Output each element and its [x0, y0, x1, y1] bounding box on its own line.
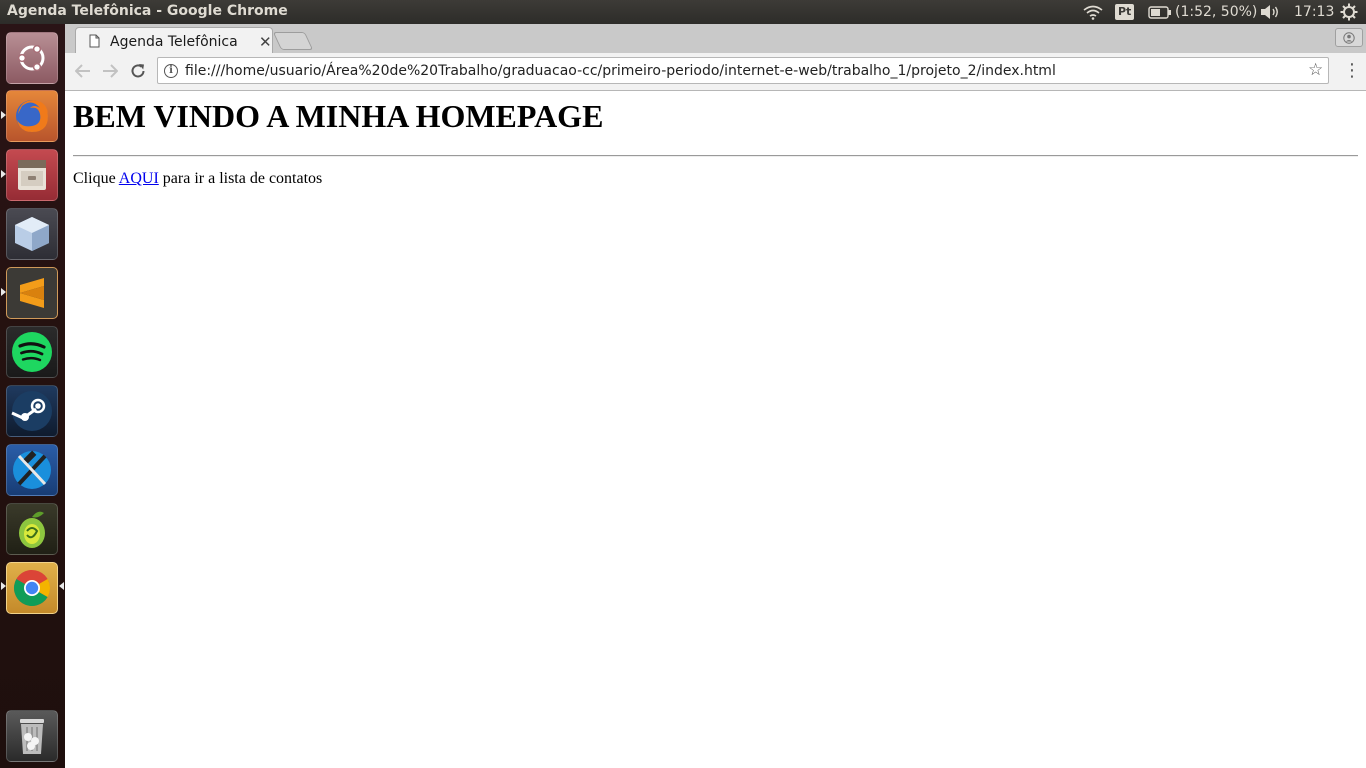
forward-arrow-icon [103, 64, 118, 78]
wifi-icon[interactable] [1082, 0, 1104, 24]
launcher [0, 24, 65, 768]
clock[interactable]: 17:13 [1294, 0, 1334, 24]
chrome-window: Agenda Telefônica ✕ i file:///home/usuar… [65, 24, 1366, 768]
paragraph-prefix: Clique [73, 170, 119, 187]
info-icon[interactable]: i [164, 64, 178, 78]
url-text: file:///home/usuario/Área%20de%20Trabalh… [185, 63, 1056, 79]
back-button[interactable] [71, 59, 95, 83]
chrome-icon [13, 570, 51, 607]
profile-button[interactable] [1335, 28, 1363, 47]
firefox-icon [16, 100, 48, 132]
address-bar[interactable]: i file:///home/usuario/Área%20de%20Traba… [157, 57, 1329, 84]
battery-icon [1148, 5, 1171, 19]
cube-icon [15, 217, 49, 251]
battery-status: (1:52, 50%) [1175, 4, 1258, 20]
hammer-icon [13, 450, 51, 489]
reload-button[interactable] [126, 59, 150, 83]
file-cabinet-icon [18, 160, 46, 190]
reload-icon [131, 64, 145, 78]
forward-button[interactable] [98, 59, 122, 83]
power-gear-icon[interactable] [1340, 0, 1358, 24]
tab-agenda[interactable]: Agenda Telefônica ✕ [75, 27, 273, 54]
volume-icon[interactable] [1259, 0, 1281, 24]
launcher-chrome[interactable] [6, 562, 58, 614]
new-tab-button[interactable] [272, 32, 314, 50]
launcher-firefox[interactable] [6, 90, 58, 142]
intro-paragraph: Clique AQUI para ir a lista de contatos [73, 170, 322, 188]
page-content: BEM VINDO A MINHA HOMEPAGE Clique AQUI p… [65, 91, 1366, 768]
menu-icon[interactable]: ⋮ [1340, 60, 1364, 84]
paragraph-suffix: para ir a lista de contatos [158, 170, 323, 187]
contacts-link[interactable]: AQUI [119, 170, 159, 187]
launcher-ubuntu-dash[interactable] [6, 32, 58, 84]
launcher-spotify[interactable] [6, 326, 58, 378]
ubuntu-logo-icon [17, 44, 45, 72]
spotify-icon [12, 332, 52, 372]
back-arrow-icon [75, 64, 90, 78]
trash-icon [20, 719, 44, 754]
steam-icon [11, 391, 52, 431]
sublime-s-icon [20, 278, 44, 308]
browser-toolbar: i file:///home/usuario/Área%20de%20Traba… [65, 53, 1366, 91]
focused-indicator [59, 582, 64, 590]
launcher-steam[interactable] [6, 385, 58, 437]
launcher-files[interactable] [6, 149, 58, 201]
launcher-virtualbox[interactable] [6, 208, 58, 260]
green-fruit-icon [19, 511, 45, 548]
battery-indicator[interactable]: (1:52, 50%) [1148, 0, 1257, 24]
page-heading: BEM VINDO A MINHA HOMEPAGE [73, 98, 604, 134]
tab-strip: Agenda Telefônica ✕ [65, 24, 1366, 54]
launcher-sublime-text[interactable] [6, 267, 58, 319]
page-icon [89, 34, 100, 48]
close-tab-icon[interactable]: ✕ [259, 33, 272, 51]
window-title: Agenda Telefônica - Google Chrome [7, 3, 288, 19]
tab-title: Agenda Telefônica [110, 34, 238, 50]
bookmark-star-icon[interactable]: ☆ [1308, 60, 1323, 80]
user-icon [1343, 31, 1355, 44]
keyboard-layout-indicator[interactable]: Pt [1115, 0, 1135, 24]
top-panel: Agenda Telefônica - Google Chrome Pt (1:… [0, 0, 1366, 24]
launcher-hammer-tool[interactable] [6, 444, 58, 496]
horizontal-rule [73, 155, 1358, 157]
launcher-trash[interactable] [6, 710, 58, 762]
keyboard-layout-label: Pt [1115, 4, 1135, 20]
launcher-green-app[interactable] [6, 503, 58, 555]
